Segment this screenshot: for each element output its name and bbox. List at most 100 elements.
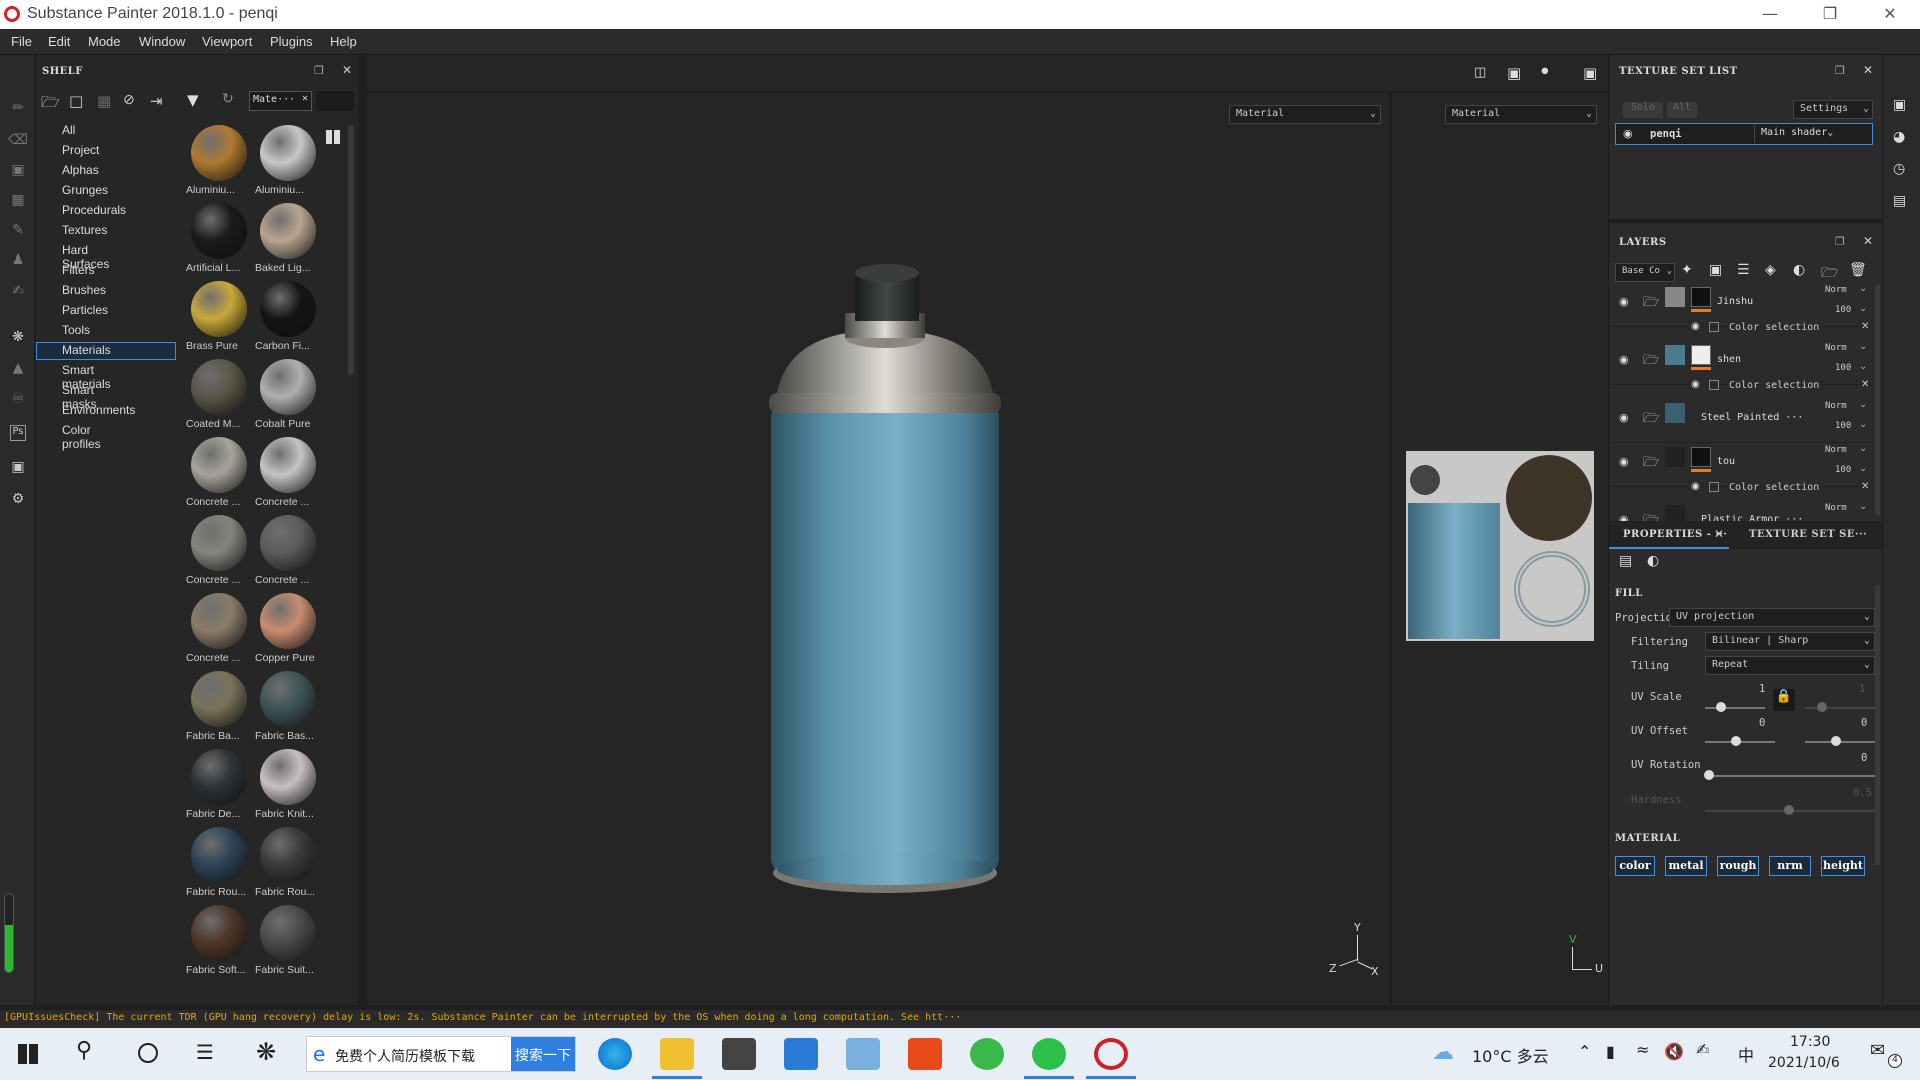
close-shelf-icon[interactable]: ✕: [342, 63, 352, 77]
eye-icon[interactable]: ◉: [1619, 513, 1629, 521]
eye-icon[interactable]: ◉: [1691, 379, 1700, 390]
menu-edit[interactable]: Edit: [48, 34, 70, 49]
layers-scrollbar[interactable]: [1875, 285, 1880, 515]
minimize-icon[interactable]: —: [1750, 4, 1790, 23]
new-item-icon[interactable]: □: [69, 92, 83, 110]
channel-dropdown[interactable]: Base Co ⌄: [1615, 263, 1675, 282]
log-icon[interactable]: ▤: [1893, 193, 1906, 209]
folder-icon[interactable]: 🗁: [41, 92, 60, 117]
menu-window[interactable]: Window: [139, 34, 185, 49]
bake-icon[interactable]: ▲: [8, 360, 28, 380]
browser-360-icon[interactable]: [970, 1038, 1004, 1070]
add-layer-icon[interactable]: ☰: [1737, 262, 1750, 278]
history-icon[interactable]: ◷: [1893, 161, 1905, 177]
refresh-icon[interactable]: ↻: [222, 91, 234, 107]
render-camera-icon[interactable]: ⚫: [1539, 64, 1551, 80]
export-icon[interactable]: ▣: [8, 459, 28, 479]
effect-row[interactable]: ◉ Color selection ✕: [1609, 479, 1871, 499]
3d-viewport[interactable]: Material ⌄ Material ⌄ Y Z X V U: [367, 93, 1608, 1005]
ime-indicator[interactable]: 中: [1738, 1042, 1754, 1066]
layer-row[interactable]: ◉ 🗁 Steel Painted ··· Norm ⌄ 100 ⌄: [1609, 399, 1871, 443]
filter-tag[interactable]: Mate··· ✕: [249, 91, 312, 111]
effect-checkbox[interactable]: [1709, 322, 1719, 332]
import-icon[interactable]: ⇥: [150, 92, 163, 110]
chevron-down-icon[interactable]: ⌄: [1859, 399, 1867, 410]
shader-dropdown[interactable]: Main shader⌄: [1754, 125, 1872, 143]
effect-checkbox[interactable]: [1709, 482, 1719, 492]
menu-viewport[interactable]: Viewport: [202, 34, 252, 49]
channel-color-button[interactable]: color: [1615, 856, 1655, 876]
solo-button[interactable]: Solo: [1623, 102, 1663, 118]
uv-scale-slider[interactable]: [1705, 707, 1765, 709]
tiling-dropdown[interactable]: Repeat ⌄: [1705, 656, 1875, 675]
viewport-divider[interactable]: [1390, 93, 1392, 1005]
cortana-icon[interactable]: [138, 1043, 158, 1063]
task-view-icon[interactable]: ☰: [196, 1040, 214, 1064]
close-icon[interactable]: ✕: [1870, 4, 1910, 23]
eye-icon[interactable]: ◉: [1691, 481, 1700, 492]
remove-effect-icon[interactable]: ✕: [1861, 321, 1869, 332]
notification-icon[interactable]: ✉: [1870, 1040, 1885, 1061]
eye-icon[interactable]: ◉: [1619, 353, 1629, 366]
wechat-icon[interactable]: [1032, 1038, 1066, 1070]
category-environments[interactable]: Environments: [62, 403, 135, 417]
close-properties-icon[interactable]: ✕: [1714, 527, 1724, 541]
symmetry-icon[interactable]: ◫: [1474, 65, 1486, 80]
float-panel-icon[interactable]: ❐: [1835, 235, 1845, 248]
chevron-down-icon[interactable]: ⌄: [1859, 419, 1867, 430]
eye-icon[interactable]: ◉: [1691, 321, 1700, 332]
layer-mask-thumbnail[interactable]: [1691, 287, 1711, 307]
tab-properties[interactable]: PROPERTIES - ···: [1623, 529, 1727, 540]
camera-view-icon[interactable]: ▣: [1507, 64, 1521, 82]
search-submit-button[interactable]: 搜索一下: [511, 1037, 575, 1071]
chevron-down-icon[interactable]: ⌄: [1859, 303, 1867, 314]
file-explorer-icon[interactable]: [660, 1038, 694, 1070]
category-filters[interactable]: Filters: [62, 263, 95, 277]
channel-nrm-button[interactable]: nrm: [1769, 856, 1811, 876]
uv-offset-knob-2[interactable]: [1831, 736, 1841, 746]
eye-icon[interactable]: ◉: [1619, 455, 1629, 468]
delete-layer-icon[interactable]: 🗑: [1849, 262, 1867, 278]
substance-painter-icon[interactable]: [1094, 1038, 1128, 1070]
windows-start-icon[interactable]: [18, 1044, 38, 1064]
layer-mask-thumbnail[interactable]: [1691, 447, 1711, 467]
layer-blend-mode[interactable]: Norm: [1825, 285, 1847, 295]
mail-icon[interactable]: [784, 1038, 818, 1070]
viewport-2d-channel-dropdown[interactable]: Material ⌄: [1445, 105, 1597, 124]
sync-icon[interactable]: ♾: [8, 391, 28, 411]
eye-icon[interactable]: ◉: [1619, 295, 1629, 308]
smart-material-icon[interactable]: ◐: [1793, 262, 1805, 278]
effect-row[interactable]: ◉ Color selection ✕: [1609, 377, 1871, 397]
polygon-fill-icon[interactable]: ▦: [8, 192, 28, 212]
float-panel-icon[interactable]: ❐: [1835, 64, 1845, 77]
layer-row[interactable]: ◉🗁Plastic Armor ···Norm⌄100⌄: [1609, 501, 1871, 521]
category-all[interactable]: All: [62, 123, 75, 137]
app-pinned-icon[interactable]: ❋: [256, 1038, 276, 1066]
chevron-down-icon[interactable]: ⌄: [1859, 341, 1867, 352]
add-effect-icon[interactable]: ✦: [1681, 262, 1693, 278]
uv-offset-knob[interactable]: [1731, 736, 1741, 746]
texture-set-settings-dropdown[interactable]: Settings ⌄: [1793, 100, 1873, 119]
chevron-down-icon[interactable]: ⌄: [1859, 361, 1867, 372]
clock-date[interactable]: 2021/10/6: [1768, 1055, 1840, 1071]
category-project[interactable]: Project: [62, 143, 99, 157]
chevron-down-icon[interactable]: ⌄: [1859, 463, 1867, 474]
battery-icon[interactable]: ▮: [1606, 1042, 1615, 1061]
remove-effect-icon[interactable]: ✕: [1861, 481, 1869, 492]
tab-texture-set-settings[interactable]: TEXTURE SET SE···: [1749, 529, 1867, 540]
shader-settings-icon[interactable]: ◕: [1893, 129, 1905, 145]
category-procedurals[interactable]: Procedurals: [62, 203, 126, 217]
eraser-icon[interactable]: ⌫: [8, 132, 28, 152]
hide-icon[interactable]: ⊘: [123, 92, 135, 108]
shelf-scrollbar[interactable]: [348, 125, 354, 375]
category-alphas[interactable]: Alphas: [62, 163, 99, 177]
search-icon[interactable]: ⚲: [76, 1038, 92, 1063]
add-mask-icon[interactable]: ▣: [1709, 262, 1722, 278]
fill-properties-icon[interactable]: ▤: [1619, 553, 1632, 569]
chevron-down-icon[interactable]: ⌄: [1859, 283, 1867, 294]
layer-opacity[interactable]: 100: [1835, 305, 1851, 315]
restore-icon[interactable]: ❐: [1810, 4, 1850, 23]
wifi-icon[interactable]: ≈: [1636, 1040, 1649, 1059]
lock-icon[interactable]: 🔒: [1773, 689, 1795, 711]
category-grunges[interactable]: Grunges: [62, 183, 108, 197]
